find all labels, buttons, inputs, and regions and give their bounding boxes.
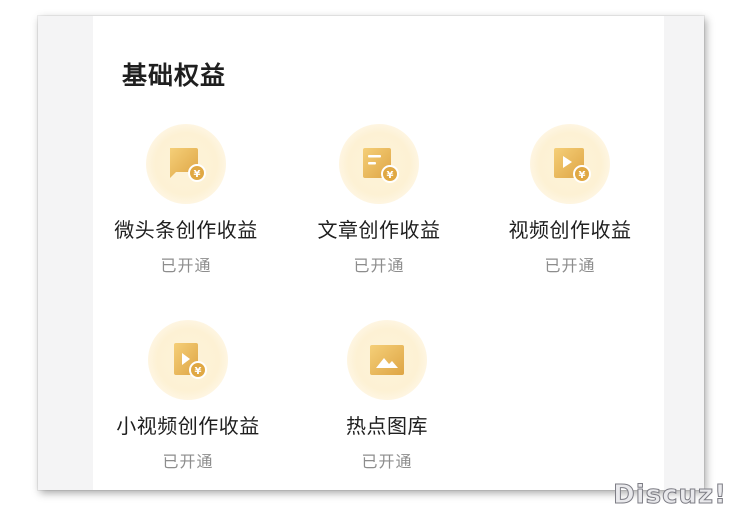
benefit-label: 视频创作收益	[508, 218, 632, 242]
benefit-label: 微头条创作收益	[114, 218, 258, 242]
benefit-status: 已开通	[544, 256, 596, 275]
benefit-hot-gallery[interactable]: 热点图库 已开通	[292, 320, 482, 472]
benefit-video[interactable]: ¥ 视频创作收益 已开通	[475, 124, 665, 276]
screenshot-canvas: 基础权益 ¥ 微头条创作收益 已开通 ¥ 文章创作收益 已开通 ¥ 视频创作收益…	[0, 0, 741, 516]
benefit-label: 小视频创作收益	[116, 414, 260, 438]
svg-text:¥: ¥	[195, 366, 202, 377]
benefit-label: 热点图库	[346, 414, 428, 438]
benefit-micro-post[interactable]: ¥ 微头条创作收益 已开通	[91, 124, 281, 276]
article-yuan-icon: ¥	[339, 124, 419, 204]
image-gallery-icon	[347, 320, 427, 400]
short-video-yuan-icon: ¥	[148, 320, 228, 400]
chat-bubble-yuan-icon: ¥	[146, 124, 226, 204]
svg-text:¥: ¥	[579, 170, 586, 181]
video-yuan-icon: ¥	[530, 124, 610, 204]
svg-text:¥: ¥	[194, 169, 201, 180]
benefit-short-video[interactable]: ¥ 小视频创作收益 已开通	[93, 320, 283, 472]
benefit-label: 文章创作收益	[317, 218, 441, 242]
screenshot-frame: 基础权益 ¥ 微头条创作收益 已开通 ¥ 文章创作收益 已开通 ¥ 视频创作收益…	[38, 16, 704, 490]
benefit-article[interactable]: ¥ 文章创作收益 已开通	[284, 124, 474, 276]
discuz-watermark: Discuz!	[613, 480, 727, 511]
benefit-status: 已开通	[162, 452, 214, 471]
benefit-status: 已开通	[353, 256, 405, 275]
benefit-status: 已开通	[160, 256, 212, 275]
svg-text:¥: ¥	[387, 170, 394, 181]
section-title: 基础权益	[122, 61, 227, 90]
benefit-status: 已开通	[361, 452, 413, 471]
